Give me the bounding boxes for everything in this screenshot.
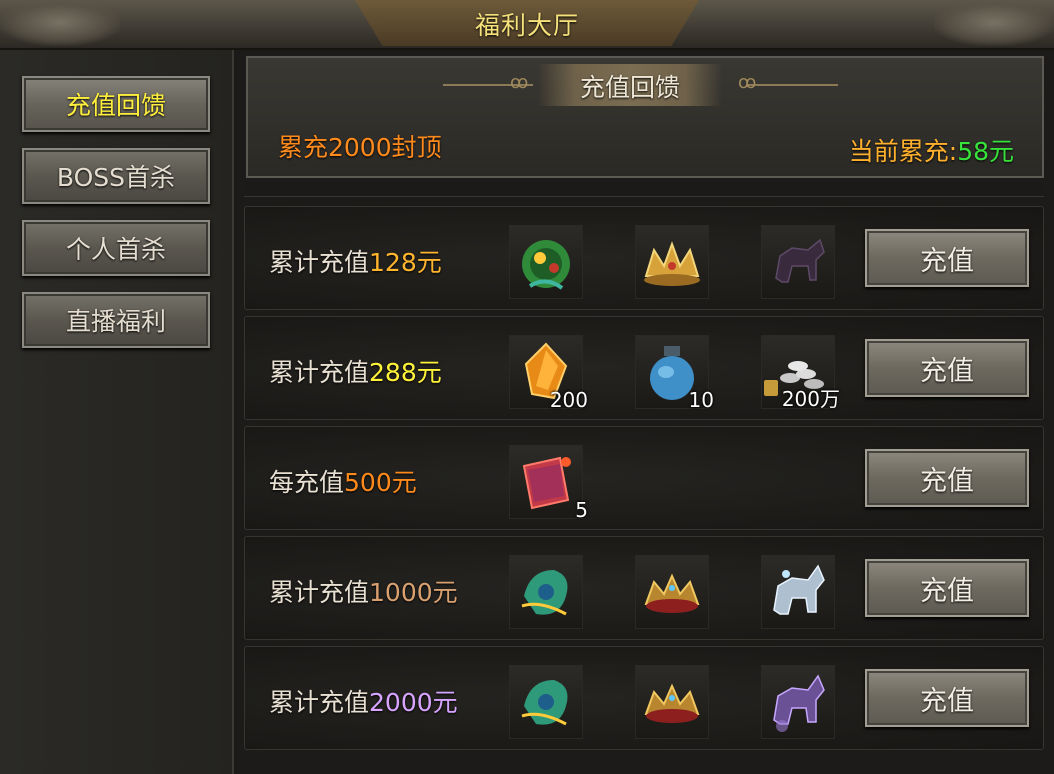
item-count: 200	[549, 388, 588, 412]
right-ornament	[934, 0, 1054, 46]
row-amount: 1000元	[369, 578, 458, 607]
row-label: 累计充值1000元	[269, 573, 458, 609]
section-title: 充值回馈	[579, 73, 680, 102]
jade-ornament-icon[interactable]	[509, 225, 583, 299]
recharge-button[interactable]: 充值	[865, 449, 1029, 507]
amber-crystal-icon[interactable]: 200	[509, 335, 588, 412]
item-count: 5	[575, 498, 588, 522]
cap-notice: 累充2000封顶	[278, 133, 442, 162]
red-book-icon[interactable]: 5	[509, 445, 588, 522]
reward-row-2000: 累计充值2000元 充值	[244, 646, 1044, 750]
recharge-button[interactable]: 充值	[865, 229, 1029, 287]
recharge-button[interactable]: 充值	[865, 669, 1029, 727]
current-total: 当前累充:58元	[849, 132, 1014, 168]
purple-horse-mount-icon[interactable]	[761, 665, 835, 739]
row-amount: 2000元	[369, 688, 458, 717]
row-amount: 500元	[344, 468, 417, 497]
row-label: 每充值500元	[269, 463, 417, 499]
sidebar-item-boss-first-kill[interactable]: BOSS首杀	[22, 148, 210, 204]
dark-horse-mount-icon[interactable]	[761, 225, 835, 299]
header-panel: ꝏ ꝏ 充值回馈 累充2000封顶 当前累充:58元	[246, 56, 1044, 178]
divider-right	[748, 84, 838, 86]
reward-row-500: 每充值500元 5 充值	[244, 426, 1044, 530]
row-amount: 128元	[369, 248, 442, 277]
current-total-value: 58元	[957, 137, 1014, 166]
jade-dragon-ornament-icon[interactable]	[509, 665, 583, 739]
sidebar-item-personal-first-kill[interactable]: 个人首杀	[22, 220, 210, 276]
sidebar-item-recharge-rewards[interactable]: 充值回馈	[22, 76, 210, 132]
item-count: 200万	[781, 387, 840, 411]
item-count: 10	[688, 388, 714, 412]
recharge-button[interactable]: 充值	[865, 559, 1029, 617]
row-prefix: 累计充值	[269, 248, 370, 277]
swirl-right-icon: ꝏ	[738, 72, 757, 93]
sidebar-item-live-rewards[interactable]: 直播福利	[22, 292, 210, 348]
row-prefix: 累计充值	[269, 578, 370, 607]
red-crown-icon[interactable]	[635, 665, 709, 739]
row-amount: 288元	[369, 358, 442, 387]
red-crown-icon[interactable]	[635, 555, 709, 629]
jade-dragon-ornament-icon[interactable]	[509, 555, 583, 629]
ice-horse-mount-icon[interactable]	[761, 555, 835, 629]
left-ornament	[0, 0, 120, 46]
window-title: 福利大厅	[474, 11, 579, 40]
main-panel: ꝏ ꝏ 充值回馈 累充2000封顶 当前累充:58元 累计充值128元 充值 累…	[238, 50, 1054, 774]
recharge-button[interactable]: 充值	[865, 339, 1029, 397]
row-prefix: 累计充值	[269, 688, 370, 717]
reward-row-128: 累计充值128元 充值	[244, 206, 1044, 310]
reward-row-288: 累计充值288元 200 10 200万 充值	[244, 316, 1044, 420]
sidebar: 充值回馈 BOSS首杀 个人首杀 直播福利	[0, 50, 234, 774]
silver-coins-icon[interactable]: 200万	[761, 335, 840, 411]
reward-row-1000: 累计充值1000元 充值	[244, 536, 1044, 640]
golden-crown-icon[interactable]	[635, 225, 709, 299]
swirl-left-icon: ꝏ	[510, 72, 529, 93]
current-total-label: 当前累充:	[848, 137, 958, 166]
row-prefix: 每充值	[269, 468, 345, 497]
row-label: 累计充值128元	[269, 243, 442, 279]
blue-potion-jar-icon[interactable]: 10	[635, 335, 714, 412]
row-label: 累计充值2000元	[269, 683, 458, 719]
scrolled-row-edge	[244, 182, 1044, 197]
row-prefix: 累计充值	[269, 358, 370, 387]
row-label: 累计充值288元	[269, 353, 442, 389]
